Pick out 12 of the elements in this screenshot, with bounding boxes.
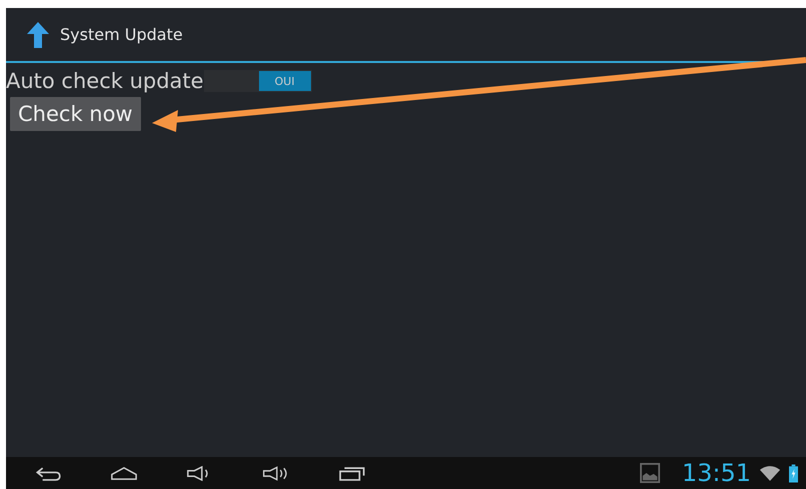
home-icon[interactable] (110, 466, 138, 480)
check-now-button[interactable]: Check now (10, 97, 141, 131)
up-arrow-icon (26, 20, 50, 48)
recent-apps-icon[interactable] (338, 466, 366, 480)
back-icon[interactable] (34, 466, 62, 480)
battery-icon (789, 464, 798, 482)
wifi-icon (759, 464, 781, 482)
window-title: System Update (60, 25, 183, 44)
clock: 13:51 (682, 458, 751, 488)
setting-label: Auto check update (6, 69, 204, 93)
image-icon[interactable] (640, 463, 660, 483)
volume-up-icon[interactable] (262, 466, 290, 480)
